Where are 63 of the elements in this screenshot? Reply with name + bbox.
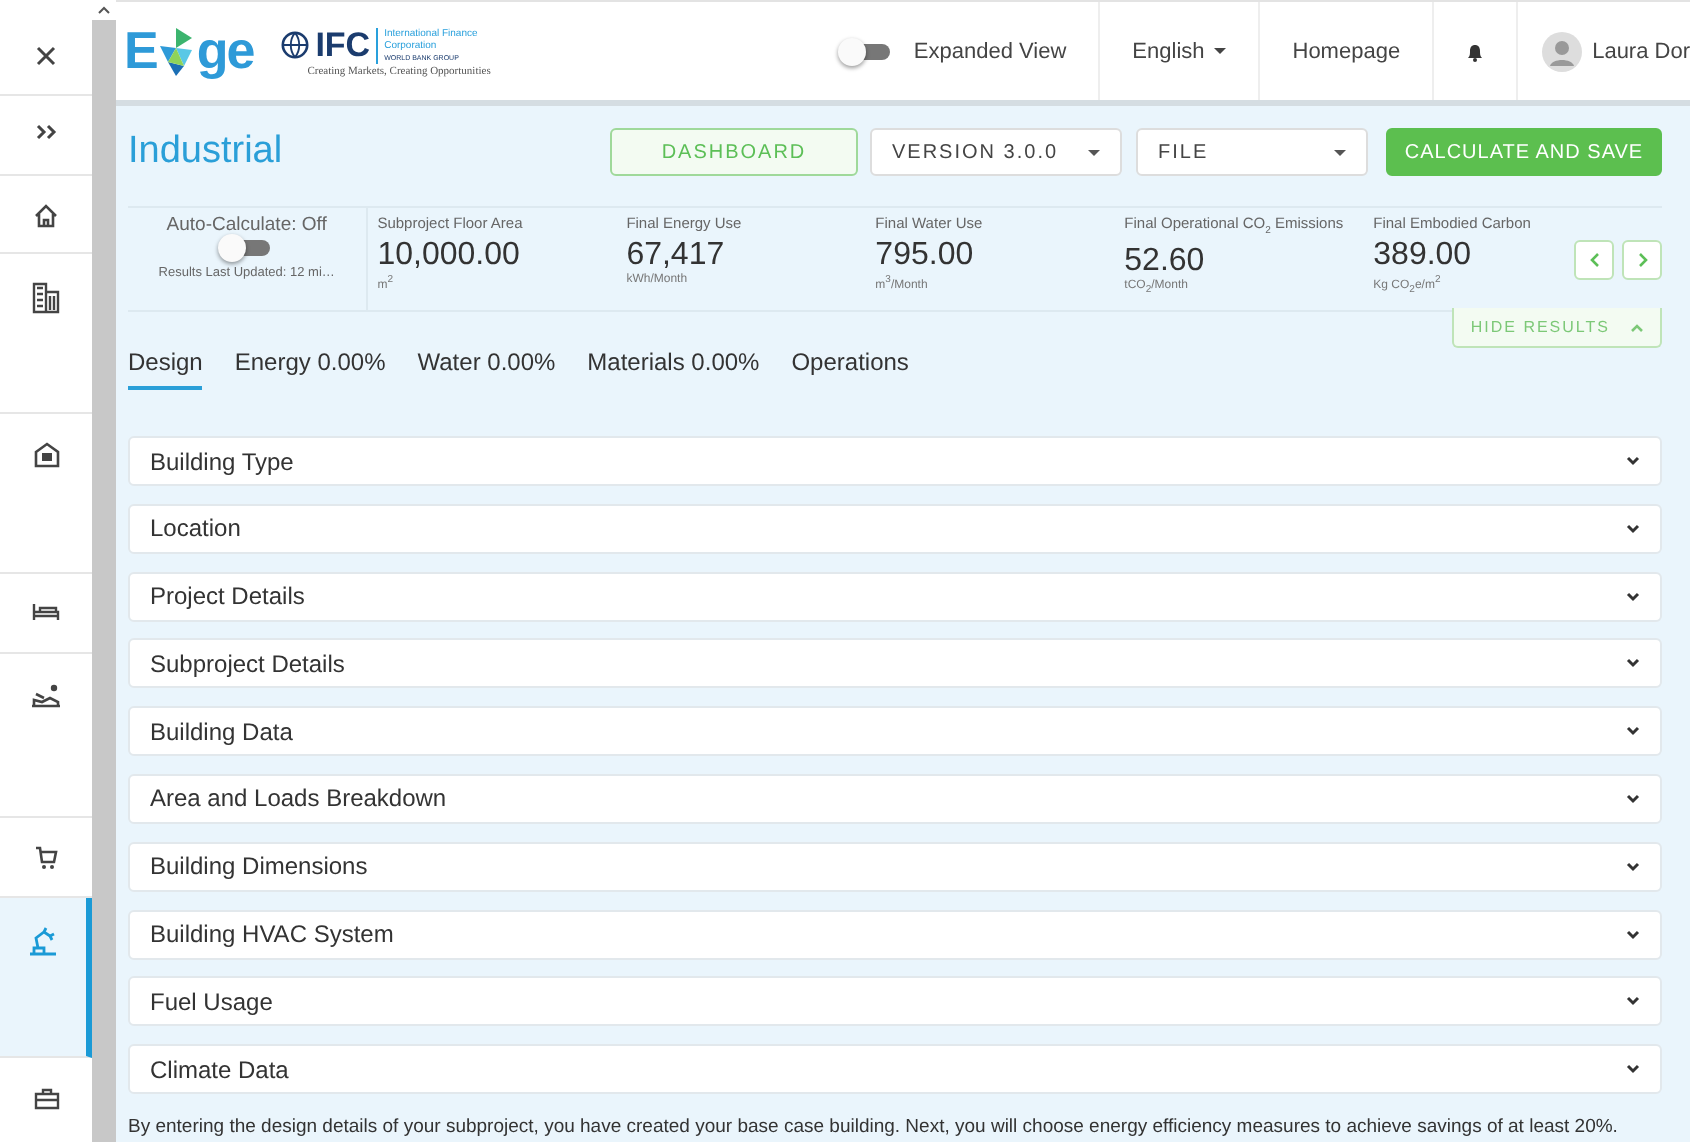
page-title: Industrial (128, 130, 285, 174)
accordion-header[interactable]: Building Dimensions (128, 841, 1662, 892)
section-title: Fuel Usage (150, 987, 273, 1016)
toggle-label: Expanded View (913, 39, 1067, 63)
tab[interactable]: Energy 0.00% (234, 340, 386, 390)
tab[interactable]: Operations (791, 340, 909, 390)
homepage-link[interactable]: Homepage (1258, 2, 1433, 100)
house-icon[interactable] (33, 442, 59, 468)
accordion-header[interactable]: Area and Loads Breakdown (128, 773, 1662, 824)
section-title: Building HVAC System (150, 920, 394, 949)
section-title: Location (150, 514, 241, 543)
close-icon[interactable] (36, 46, 56, 66)
section-title: Subproject Details (150, 649, 345, 678)
user-name[interactable]: Laura Dor (1592, 39, 1690, 63)
caret-icon (1334, 149, 1346, 155)
language-dropdown[interactable]: English (1098, 2, 1259, 100)
chevron-left-icon (1589, 251, 1599, 267)
bed-icon[interactable] (32, 602, 60, 622)
section-title: Area and Loads Breakdown (150, 784, 447, 813)
ifc-logo-text: IFC (315, 25, 371, 65)
cart-icon[interactable] (34, 846, 58, 870)
info-text: By entering the design details of your subproject, you have created your base case building. Next, you will choose energy efficiency measures to achieve savings of at least 20%. (128, 1115, 1620, 1138)
metric-value: 10,000.00 (377, 238, 520, 274)
factory-robot-icon[interactable] (28, 926, 58, 956)
auto-calculate-label: Auto-Calculate: Off (166, 214, 327, 236)
globe-icon (279, 30, 310, 60)
accordion-header[interactable]: Location (128, 503, 1662, 554)
buildings-icon[interactable] (32, 282, 60, 314)
accordion-header[interactable]: Building Data (128, 706, 1662, 757)
metric-value: 67,417 (626, 238, 725, 273)
chevron-right-icon (1637, 251, 1647, 267)
bell-icon[interactable] (1466, 41, 1485, 61)
tab[interactable]: Design (128, 340, 203, 390)
lounger-icon[interactable] (30, 682, 62, 710)
chevron-up-icon (1630, 323, 1644, 331)
avatar-icon[interactable] (1542, 31, 1583, 71)
tab[interactable]: Water 0.00% (417, 340, 556, 390)
metric-value: 795.00 (875, 238, 974, 274)
metric-value: 52.60 (1124, 243, 1205, 279)
scroll-up-icon[interactable] (98, 6, 110, 14)
expanded-view-toggle[interactable] (837, 39, 894, 63)
accordion-header[interactable]: Building Type (128, 436, 1662, 486)
accordion-header[interactable]: Building HVAC System (128, 909, 1662, 960)
section-title: Project Details (150, 582, 305, 611)
accordion-header[interactable]: Fuel Usage (128, 976, 1662, 1027)
section-title: Building Dimensions (150, 852, 368, 881)
section-title: Climate Data (150, 1055, 289, 1084)
metric-value: 389.00 (1373, 238, 1472, 274)
section-title: Building Data (150, 717, 293, 746)
tab[interactable]: Materials 0.00% (587, 340, 760, 390)
version-dropdown[interactable]: VERSION 3.0.0 (870, 128, 1122, 176)
expand-icon[interactable] (35, 124, 57, 140)
file-dropdown[interactable]: FILE (1136, 128, 1368, 176)
accordion-header[interactable]: Subproject Details (128, 638, 1662, 689)
section-title: Building Type (150, 447, 294, 475)
home-icon[interactable] (34, 203, 58, 227)
caret-icon (1088, 149, 1100, 155)
accordion-header[interactable]: Project Details (128, 571, 1662, 622)
accordion-header[interactable]: Climate Data (128, 1044, 1662, 1095)
briefcase-icon[interactable] (33, 1086, 59, 1110)
auto-calculate-toggle[interactable] (218, 236, 275, 260)
caret-icon (1214, 48, 1227, 54)
edge-logo: E ge (124, 20, 254, 82)
